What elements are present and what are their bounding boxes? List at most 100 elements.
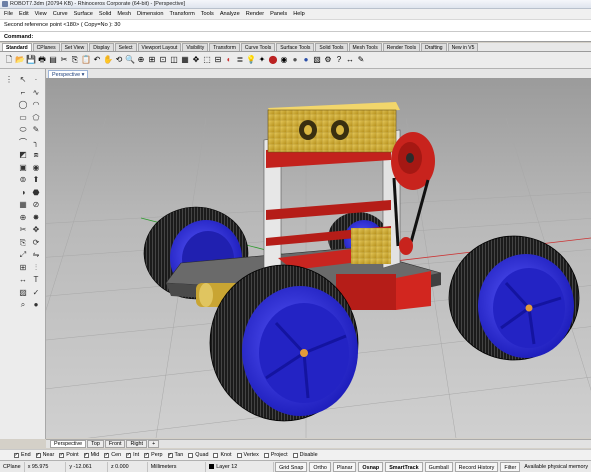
toolbar-tab-viewport-layout[interactable]: Viewport Layout <box>137 43 182 51</box>
menu-item-file[interactable]: File <box>4 11 13 17</box>
texture-icon[interactable]: ▧ <box>312 55 322 66</box>
mesh-icon[interactable]: ▦ <box>18 200 28 210</box>
save-icon[interactable]: 💾 <box>26 55 36 66</box>
toolbar-tab-standard[interactable]: Standard <box>2 43 32 51</box>
boolean-icon[interactable]: ◑ <box>18 188 28 198</box>
viewport-tab-perspective[interactable]: Perspective <box>50 440 87 448</box>
array-icon[interactable]: ⊞ <box>18 263 28 273</box>
move-tool-icon[interactable]: ✥ <box>31 225 41 235</box>
osnap-point[interactable]: ✓ Point <box>59 452 79 458</box>
split-icon[interactable]: ⊘ <box>31 200 41 210</box>
move-icon[interactable]: ✥ <box>191 55 201 66</box>
layers-icon[interactable]: ≣ <box>235 55 245 66</box>
surface-icon[interactable]: ◩ <box>18 150 28 160</box>
environment-icon[interactable]: ● <box>301 55 311 66</box>
arc-icon[interactable]: ◠ <box>31 100 41 110</box>
osnap-quad[interactable]: Quad <box>188 452 208 458</box>
menu-item-view[interactable]: View <box>35 11 47 17</box>
properties-icon[interactable]: 💡 <box>246 55 256 66</box>
light-icon[interactable]: ✦ <box>257 55 267 66</box>
new-file-icon[interactable]: 🗋 <box>4 55 14 66</box>
osnap-checkbox[interactable]: ✓ <box>14 452 19 458</box>
menu-item-help[interactable]: Help <box>293 11 305 17</box>
toolbar-tab-cplanes[interactable]: CPlanes <box>32 43 60 51</box>
toggle-planar[interactable]: Planar <box>332 461 357 472</box>
osnap-checkbox[interactable] <box>236 452 242 458</box>
cut-icon[interactable]: ✂ <box>59 55 69 66</box>
sphere-icon[interactable]: ◉ <box>31 163 41 173</box>
toolbar-tab-select[interactable]: Select <box>114 43 137 51</box>
osnap-perp[interactable]: ✓ Perp <box>144 452 163 458</box>
extra-tools-icon[interactable]: ✎ <box>356 55 366 66</box>
osnap-checkbox[interactable]: ✓ <box>167 452 173 458</box>
toggle-osnap[interactable]: Osnap <box>358 461 384 472</box>
render-preview-icon[interactable]: ◉ <box>279 55 289 66</box>
cylinder-icon[interactable]: ⊚ <box>18 175 28 185</box>
explode-icon[interactable]: ✸ <box>31 213 41 223</box>
viewport-tab-right[interactable]: Right <box>126 440 148 448</box>
paste-icon[interactable]: 📋 <box>81 55 91 66</box>
materials-icon[interactable]: ● <box>290 55 300 66</box>
osnap-checkbox[interactable]: ✓ <box>126 452 132 458</box>
osnap-tan[interactable]: ✓ Tan <box>167 452 183 458</box>
toolbar-tab-new-in-v5[interactable]: New in V5 <box>447 43 479 51</box>
osnap-checkbox[interactable]: ✓ <box>35 452 41 458</box>
layer-selector[interactable]: Layer 12 <box>206 461 275 472</box>
options-icon[interactable]: ⚙ <box>323 55 333 66</box>
zoom-selected-icon[interactable]: ⊡ <box>158 55 168 66</box>
toggle-smarttrack[interactable]: SmartTrack <box>385 461 423 472</box>
menu-item-curve[interactable]: Curve <box>53 11 68 17</box>
zoom-icon[interactable]: 🔍 <box>125 55 135 66</box>
osnap-end[interactable]: ✓ End <box>14 452 31 458</box>
curve-icon[interactable]: ∿ <box>31 88 41 98</box>
copy-tool-icon[interactable]: ⎘ <box>18 238 28 248</box>
menu-item-panels[interactable]: Panels <box>270 11 287 17</box>
toolbar-tab-mesh-tools[interactable]: Mesh Tools <box>348 43 382 51</box>
osnap-vertex[interactable]: Vertex <box>236 452 259 458</box>
viewport-title-tab[interactable]: Perspective ▾ <box>48 70 89 78</box>
freeform-icon[interactable]: ✎ <box>31 125 41 135</box>
viewport-tab-front[interactable]: Front <box>104 440 126 448</box>
osnap-checkbox[interactable]: ✓ <box>144 452 150 458</box>
mirror-icon[interactable]: ⇋ <box>31 250 41 260</box>
viewport-tab-top[interactable]: Top <box>87 440 104 448</box>
toggle-grid-snap[interactable]: Grid Snap <box>275 461 308 472</box>
dimension-tool-icon[interactable]: ↔ <box>18 275 28 285</box>
shade-icon[interactable]: ◐ <box>224 55 234 66</box>
box-icon[interactable]: ▣ <box>18 163 28 173</box>
menu-item-analyze[interactable]: Analyze <box>220 11 240 17</box>
loft-icon[interactable]: ⧈ <box>31 150 41 160</box>
toolbar-tab-set-view[interactable]: Set View <box>60 43 89 51</box>
render-icon[interactable]: ⬤ <box>268 55 278 66</box>
analyze-icon[interactable]: ⌕ <box>18 300 28 310</box>
osnap-checkbox[interactable] <box>188 452 194 458</box>
dimension-icon[interactable]: ↔ <box>345 55 355 66</box>
osnap-checkbox[interactable]: ✓ <box>83 452 89 458</box>
toolbar-tab-curve-tools[interactable]: Curve Tools <box>240 43 276 51</box>
toolbar-tab-transform[interactable]: Transform <box>209 43 240 51</box>
menu-item-mesh[interactable]: Mesh <box>117 11 131 17</box>
select-arrow-icon[interactable]: ↖ <box>18 75 28 85</box>
zoom-extents-icon[interactable]: ⊞ <box>147 55 157 66</box>
menu-item-transform[interactable]: Transform <box>169 11 194 17</box>
ellipse-icon[interactable]: ⬭ <box>18 125 28 135</box>
extrude-icon[interactable]: ⬆ <box>31 175 41 185</box>
rectangle-icon[interactable]: ▭ <box>18 113 28 123</box>
solid-edit-icon[interactable]: ⬣ <box>31 188 41 198</box>
toolbar-tab-visibility[interactable]: Visibility <box>182 43 209 51</box>
menu-item-render[interactable]: Render <box>246 11 264 17</box>
hatch-icon[interactable]: ▨ <box>18 288 28 298</box>
render-tool-icon[interactable]: ● <box>31 300 41 310</box>
undo-icon[interactable]: ↶ <box>92 55 102 66</box>
pan-icon[interactable]: ✋ <box>103 55 113 66</box>
join-icon[interactable]: ⊕ <box>18 213 28 223</box>
osnap-near[interactable]: ✓ Near <box>35 452 54 458</box>
help-icon[interactable]: ? <box>334 55 344 66</box>
menu-item-tools[interactable]: Tools <box>201 11 214 17</box>
open-file-icon[interactable]: 📂 <box>15 55 25 66</box>
copy-icon[interactable]: ⎘ <box>70 55 80 66</box>
fillet-icon[interactable]: ╮ <box>31 138 41 148</box>
print-icon[interactable]: 🖶 <box>37 55 47 66</box>
menu-item-surface[interactable]: Surface <box>74 11 93 17</box>
osnap-project[interactable]: Project <box>263 452 288 458</box>
